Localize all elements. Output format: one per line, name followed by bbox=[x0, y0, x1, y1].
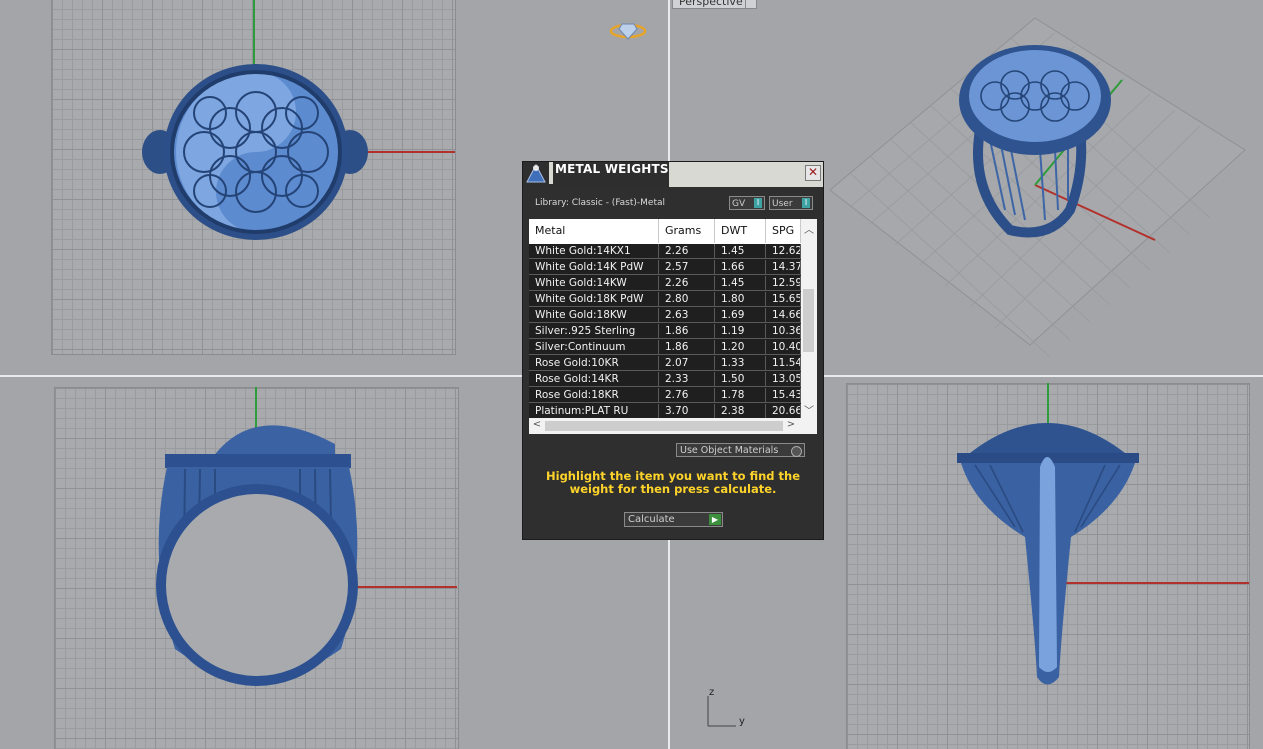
horizontal-scrollbar[interactable]: < > bbox=[529, 418, 801, 434]
table-row[interactable]: Silver:.925 Sterling 1.86 1.19 10.36 bbox=[529, 324, 801, 340]
column-header-metal[interactable]: Metal bbox=[529, 219, 659, 243]
table-row[interactable]: White Gold:14KW 2.26 1.45 12.59 bbox=[529, 276, 801, 292]
metal-cell: Platinum:PLAT RU bbox=[529, 404, 659, 419]
gv-toggle-indicator-icon: I bbox=[754, 198, 762, 208]
horizontal-scroll-thumb[interactable] bbox=[545, 421, 783, 431]
instruction-text: Highlight the item you want to find the … bbox=[546, 469, 800, 496]
grams-cell: 3.70 bbox=[659, 404, 715, 419]
dwt-cell: 1.69 bbox=[715, 308, 766, 323]
column-header-grams[interactable]: Grams bbox=[659, 219, 715, 243]
ring-side-view bbox=[957, 423, 1139, 685]
dwt-cell: 1.45 bbox=[715, 244, 766, 259]
world-axis-indicator: z y bbox=[700, 684, 750, 732]
dwt-cell: 1.20 bbox=[715, 340, 766, 355]
vertical-scroll-thumb[interactable] bbox=[803, 289, 814, 352]
library-label: Library: Classic - (Fast)-Metal bbox=[535, 198, 666, 208]
dialog-title: METAL WEIGHTS bbox=[553, 162, 669, 184]
table-body: White Gold:14KX1 2.26 1.45 12.62 White G… bbox=[529, 244, 801, 420]
spg-cell: 11.54 bbox=[766, 356, 801, 371]
grams-cell: 1.86 bbox=[659, 340, 715, 355]
scroll-right-icon[interactable]: > bbox=[783, 419, 799, 430]
metal-cell: White Gold:14KW bbox=[529, 276, 659, 291]
grams-cell: 2.57 bbox=[659, 260, 715, 275]
gv-toggle[interactable]: GV I bbox=[729, 196, 765, 210]
table-row[interactable]: White Gold:18K PdW 2.80 1.80 15.65 bbox=[529, 292, 801, 308]
viewport-title-dropdown-icon[interactable] bbox=[745, 0, 757, 9]
metal-cell: White Gold:14KX1 bbox=[529, 244, 659, 259]
column-header-spg[interactable]: SPG bbox=[766, 219, 801, 243]
metal-cell: Silver:Continuum bbox=[529, 340, 659, 355]
ring-top-view bbox=[142, 64, 368, 240]
dialog-title-underline bbox=[549, 184, 669, 187]
scroll-corner bbox=[801, 418, 817, 434]
grams-cell: 2.33 bbox=[659, 372, 715, 387]
scroll-left-icon[interactable]: < bbox=[529, 419, 545, 430]
gv-toggle-label: GV bbox=[732, 199, 746, 209]
spg-cell: 12.62 bbox=[766, 244, 801, 259]
user-toggle-label: User bbox=[772, 199, 793, 209]
dwt-cell: 1.45 bbox=[715, 276, 766, 291]
calculate-button[interactable]: Calculate ▶ bbox=[624, 512, 723, 527]
metal-cell: White Gold:14K PdW bbox=[529, 260, 659, 275]
metal-cell: Rose Gold:10KR bbox=[529, 356, 659, 371]
ring-perspective-view bbox=[959, 45, 1111, 238]
grams-cell: 2.26 bbox=[659, 276, 715, 291]
spg-cell: 14.66 bbox=[766, 308, 801, 323]
grams-cell: 1.86 bbox=[659, 324, 715, 339]
metal-cell: White Gold:18KW bbox=[529, 308, 659, 323]
table-row[interactable]: Rose Gold:10KR 2.07 1.33 11.54 bbox=[529, 356, 801, 372]
dwt-cell: 1.66 bbox=[715, 260, 766, 275]
metal-cell: Rose Gold:14KR bbox=[529, 372, 659, 387]
axis-z-label: z bbox=[709, 687, 715, 698]
spg-cell: 12.59 bbox=[766, 276, 801, 291]
table-row[interactable]: White Gold:14KX1 2.26 1.45 12.62 bbox=[529, 244, 801, 260]
use-object-materials-option[interactable]: Use Object Materials bbox=[676, 443, 805, 457]
spg-cell: 15.43 bbox=[766, 388, 801, 403]
spg-cell: 15.65 bbox=[766, 292, 801, 307]
grams-cell: 2.07 bbox=[659, 356, 715, 371]
app-logo-icon bbox=[523, 162, 549, 187]
vertical-scrollbar[interactable]: ︿ ﹀ bbox=[801, 219, 817, 418]
use-object-materials-radio-icon[interactable] bbox=[791, 446, 802, 457]
viewport-title-perspective[interactable]: Perspective bbox=[672, 0, 750, 9]
spg-cell: 14.37 bbox=[766, 260, 801, 275]
use-object-materials-label: Use Object Materials bbox=[680, 445, 779, 456]
user-toggle[interactable]: User I bbox=[769, 196, 813, 210]
ring-front-view bbox=[156, 425, 358, 686]
grams-cell: 2.76 bbox=[659, 388, 715, 403]
spg-cell: 10.36 bbox=[766, 324, 801, 339]
scroll-down-icon[interactable]: ﹀ bbox=[801, 402, 817, 417]
close-icon[interactable]: ✕ bbox=[805, 165, 821, 181]
dwt-cell: 1.50 bbox=[715, 372, 766, 387]
axis-y-label: y bbox=[739, 716, 745, 727]
grams-cell: 2.80 bbox=[659, 292, 715, 307]
dwt-cell: 1.80 bbox=[715, 292, 766, 307]
grams-cell: 2.26 bbox=[659, 244, 715, 259]
diamond-ring-icon[interactable] bbox=[608, 20, 648, 42]
metal-weights-dialog: METAL WEIGHTS ✕ Library: Classic - (Fast… bbox=[522, 161, 824, 540]
metal-cell: Silver:.925 Sterling bbox=[529, 324, 659, 339]
table-row[interactable]: White Gold:18KW 2.63 1.69 14.66 bbox=[529, 308, 801, 324]
metal-table: Metal Grams DWT SPG White Gold:14KX1 2.2… bbox=[529, 219, 817, 434]
spg-cell: 20.66 bbox=[766, 404, 801, 419]
calculate-go-icon[interactable]: ▶ bbox=[709, 514, 721, 525]
metal-cell: Rose Gold:18KR bbox=[529, 388, 659, 403]
calculate-label: Calculate bbox=[628, 514, 675, 525]
user-toggle-indicator-icon: I bbox=[802, 198, 810, 208]
table-header: Metal Grams DWT SPG bbox=[529, 219, 801, 243]
grams-cell: 2.63 bbox=[659, 308, 715, 323]
dwt-cell: 1.19 bbox=[715, 324, 766, 339]
scroll-up-icon[interactable]: ︿ bbox=[801, 221, 817, 236]
spg-cell: 13.05 bbox=[766, 372, 801, 387]
metal-cell: White Gold:18K PdW bbox=[529, 292, 659, 307]
table-row[interactable]: Rose Gold:14KR 2.33 1.50 13.05 bbox=[529, 372, 801, 388]
dwt-cell: 2.38 bbox=[715, 404, 766, 419]
dwt-cell: 1.78 bbox=[715, 388, 766, 403]
table-row[interactable]: Silver:Continuum 1.86 1.20 10.40 bbox=[529, 340, 801, 356]
column-header-dwt[interactable]: DWT bbox=[715, 219, 766, 243]
table-row[interactable]: White Gold:14K PdW 2.57 1.66 14.37 bbox=[529, 260, 801, 276]
dwt-cell: 1.33 bbox=[715, 356, 766, 371]
spg-cell: 10.40 bbox=[766, 340, 801, 355]
table-row[interactable]: Rose Gold:18KR 2.76 1.78 15.43 bbox=[529, 388, 801, 404]
